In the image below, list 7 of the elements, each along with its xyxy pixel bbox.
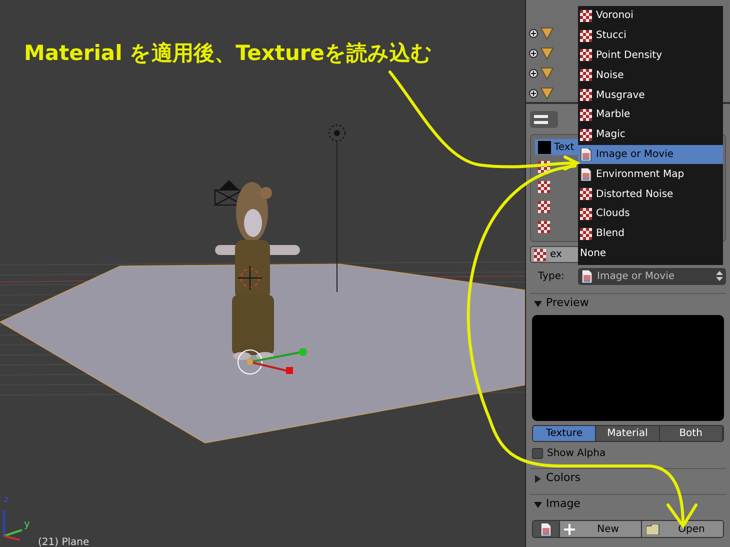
slot-label: Text (554, 140, 574, 154)
axis-label: y (24, 520, 30, 530)
object-label: (21) Plane (38, 538, 90, 547)
axis-label: z (4, 496, 9, 505)
type-label: Type: (537, 270, 566, 284)
annotation-text: Material を適用後、Textureを読み込む (24, 40, 432, 67)
checkbox-label: Show Alpha (547, 446, 606, 460)
